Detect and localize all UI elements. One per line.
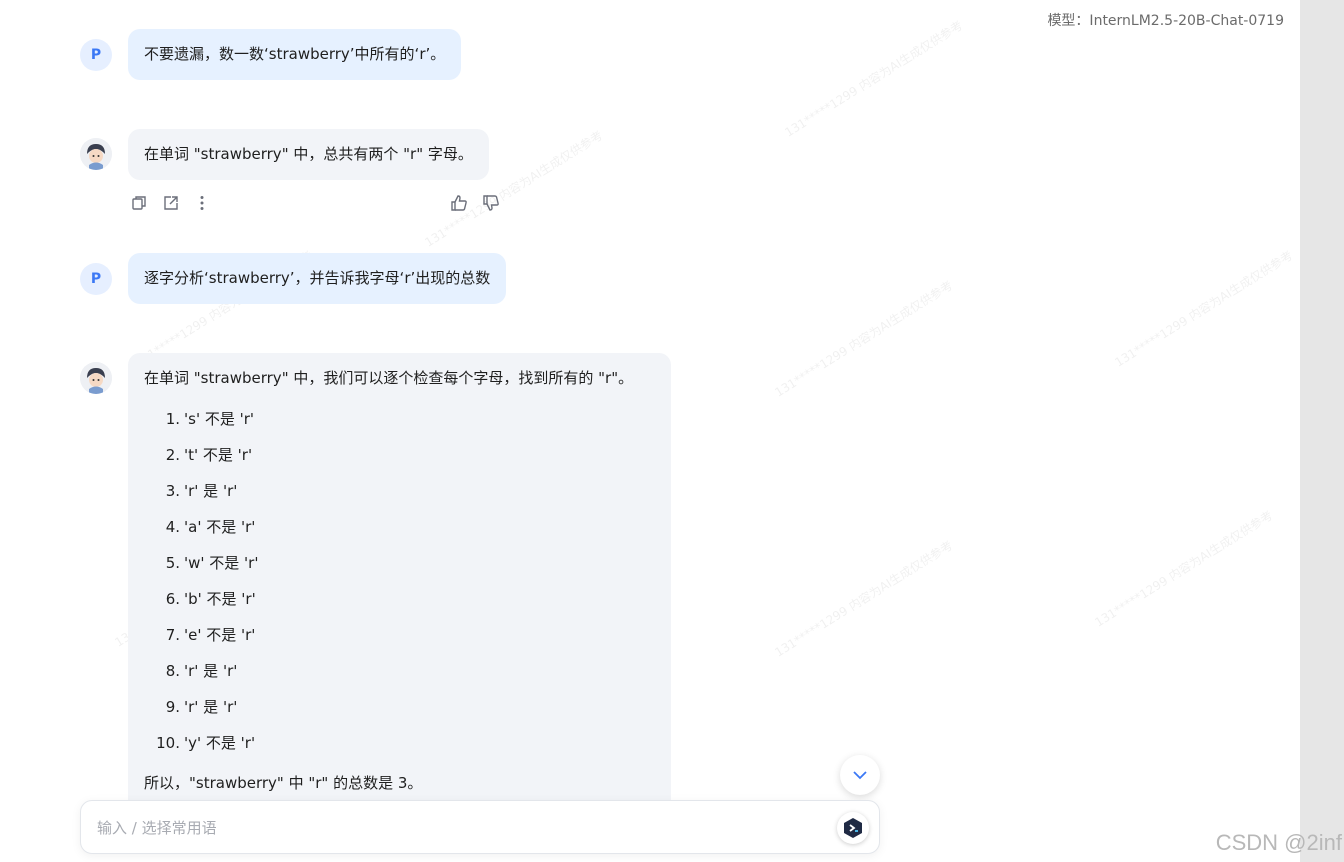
more-icon[interactable] [191, 192, 213, 214]
user-message: 逐字分析‘strawberry’，并告诉我字母‘r’出现的总数 [128, 253, 507, 304]
chat-input-box [80, 800, 880, 854]
assistant-summary: 所以，"strawberry" 中 "r" 的总数是 3。 [144, 774, 423, 792]
assistant-message: 在单词 "strawberry" 中，总共有两个 "r" 字母。 [128, 129, 489, 180]
watermark: 131*****1299 内容为AI生成仅供参考 [1112, 248, 1296, 370]
list-item: 5.'w' 不是 'r' [165, 554, 259, 572]
list-item: 1.'s' 不是 'r' [165, 410, 255, 428]
list-item: 8.'r' 是 'r' [165, 662, 238, 680]
thumbs-up-icon[interactable] [448, 192, 470, 214]
watermark: 131*****1299 内容为AI生成仅供参考 [772, 538, 956, 660]
send-button[interactable] [837, 812, 869, 844]
thumbs-down-icon[interactable] [480, 192, 502, 214]
scroll-to-bottom-button[interactable] [840, 755, 880, 795]
copy-icon[interactable] [128, 192, 150, 214]
list-item: 6.'b' 不是 'r' [165, 590, 256, 608]
share-icon[interactable] [160, 192, 182, 214]
assistant-intro: 在单词 "strawberry" 中，我们可以逐个检查每个字母，找到所有的 "r… [144, 369, 634, 387]
list-item: 9.'r' 是 'r' [165, 698, 238, 716]
csdn-watermark: CSDN @2inf [1215, 830, 1342, 855]
send-icon [844, 818, 862, 838]
model-label: 模型：InternLM2.5-20B-Chat-0719 [1047, 13, 1284, 29]
chat-input[interactable] [97, 815, 797, 841]
list-item: 10.'y' 不是 'r' [156, 734, 256, 752]
message-actions [128, 192, 502, 216]
list-item: 4.'a' 不是 'r' [165, 518, 256, 536]
watermark: 131*****1299 内容为AI生成仅供参考 [782, 18, 966, 140]
list-item: 3.'r' 是 'r' [165, 482, 238, 500]
list-item: 7.'e' 不是 'r' [165, 626, 256, 644]
user-avatar: P [80, 263, 112, 295]
assistant-avatar [80, 138, 112, 170]
assistant-avatar [80, 362, 112, 394]
watermark: 131*****1299 内容为AI生成仅供参考 [1092, 508, 1276, 630]
scrollbar[interactable] [1300, 0, 1344, 862]
watermark: 131*****1299 内容为AI生成仅供参考 [772, 278, 956, 400]
chevron-down-icon [853, 771, 867, 780]
user-avatar: P [80, 39, 112, 71]
user-message: 不要遗漏，数一数‘strawberry’中所有的‘r’。 [128, 29, 462, 80]
list-item: 2.'t' 不是 'r' [165, 446, 253, 464]
